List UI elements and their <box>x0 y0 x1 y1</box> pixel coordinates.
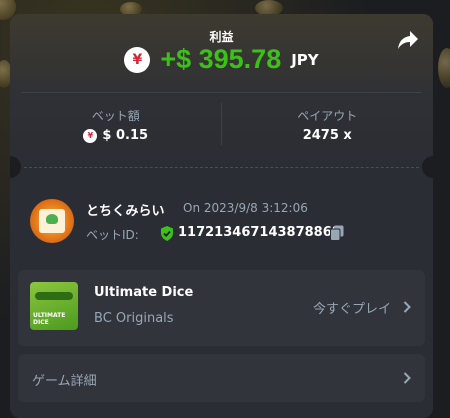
copy-icon[interactable] <box>330 225 344 241</box>
game-name: Ultimate Dice <box>94 285 194 300</box>
game-provider: BC Originals <box>94 311 174 326</box>
shield-check-icon <box>161 226 173 241</box>
username[interactable]: とちくみらい <box>86 200 165 219</box>
bet-amount-label: ベット額 <box>91 109 140 123</box>
thumb-graphic <box>35 292 73 300</box>
thumb-text: ULTIMATE DICE <box>33 312 66 326</box>
chevron-right-icon[interactable] <box>403 301 411 313</box>
yen-coin-icon: ¥ <box>83 128 98 143</box>
ticket-notch-right <box>422 156 433 178</box>
bet-amount-value: $ 0.15 <box>102 128 149 143</box>
user-info: とちくみらい On 2023/9/8 3:12:06 ベットID: 117213… <box>30 198 420 248</box>
payout-stat: ペイアウト 2475 x <box>222 93 434 159</box>
bet-date: On 2023/9/8 3:12:06 <box>183 201 308 215</box>
avatar-image <box>39 209 65 233</box>
bet-details-page: 利益 ¥ +$ 395.78 JPY ベット額 ¥ $ 0.15 ペイアウト 2… <box>0 0 450 418</box>
play-now-link[interactable]: 今すぐプレイ <box>313 298 391 317</box>
game-details-row[interactable]: ゲーム詳細 <box>18 354 425 402</box>
yen-coin-icon: ¥ <box>124 46 151 73</box>
bet-amount-value-row: ¥ $ 0.15 <box>10 128 222 143</box>
dashed-divider <box>24 167 419 168</box>
bet-amount-stat: ベット額 ¥ $ 0.15 <box>10 93 222 159</box>
game-thumbnail[interactable]: ULTIMATE DICE <box>30 282 78 330</box>
payout-value: 2475 x <box>302 128 352 143</box>
bet-stats: ベット額 ¥ $ 0.15 ペイアウト 2475 x <box>10 93 433 159</box>
decor-coin <box>438 48 450 88</box>
profit-label: 利益 <box>209 30 234 44</box>
profit-currency: JPY <box>291 50 319 69</box>
chevron-right-icon[interactable] <box>403 372 411 384</box>
payout-label: ペイアウト <box>297 109 358 123</box>
profit-amount: +$ 395.78 <box>160 44 282 74</box>
bet-id-value: 117213467143878868 <box>178 225 341 240</box>
profit-row: ¥ +$ 395.78 JPY <box>10 44 433 75</box>
avatar[interactable] <box>30 199 74 243</box>
bet-card: 利益 ¥ +$ 395.78 JPY ベット額 ¥ $ 0.15 ペイアウト 2… <box>10 14 433 418</box>
game-card[interactable]: ULTIMATE DICE Ultimate Dice BC Originals … <box>18 270 425 346</box>
game-details-label: ゲーム詳細 <box>32 374 97 389</box>
bet-id-label: ベットID: <box>86 228 139 242</box>
